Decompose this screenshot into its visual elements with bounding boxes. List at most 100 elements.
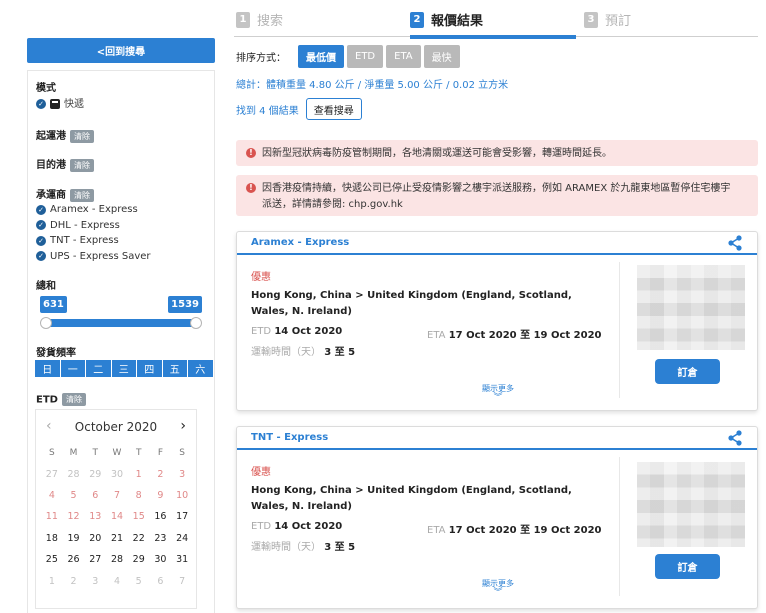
sort-etd-button[interactable]: ETD: [347, 45, 384, 68]
results-summary: 找到 4 個結果 查看搜尋: [236, 98, 362, 120]
book-button[interactable]: 訂倉: [655, 359, 720, 384]
etd-info: ETD 14 Oct 2020: [251, 326, 427, 341]
calendar-day[interactable]: 20: [84, 528, 106, 549]
show-more-toggle[interactable]: 顯示更多 ︾: [237, 578, 757, 598]
range-max-handle[interactable]: [190, 317, 202, 329]
carrier-name: TNT - Express: [50, 235, 119, 247]
sort-bar: 排序方式： 最低價 ETD ETA 最快: [236, 45, 463, 68]
calendar-day[interactable]: 26: [63, 549, 85, 570]
eta-value: 17 Oct 2020 至 19 Oct 2020: [448, 330, 602, 341]
carrier-option-ups[interactable]: ✓ UPS - Express Saver: [36, 249, 151, 265]
calendar-day[interactable]: 27: [84, 549, 106, 570]
calendar-day: 3: [179, 468, 186, 480]
result-card: Aramex - Express 優惠 Hong Kong, China > U…: [236, 231, 758, 411]
carrier-option-dhl[interactable]: ✓ DHL - Express: [36, 218, 151, 234]
alert-covid-delay: ! 因新型冠狀病毒防疫管制期間，各地清關或運送可能會受影響，轉運時間延長。: [236, 140, 758, 166]
offer-tag: 優惠: [251, 467, 271, 478]
day-thu[interactable]: 四: [137, 360, 162, 377]
calendar-day: 15: [132, 511, 145, 523]
shipment-totals: 總計：體積重量 4.80 公斤 / 淨重量 5.00 公斤 / 0.02 立方米: [236, 80, 509, 91]
clear-carrier-button[interactable]: 清除: [70, 188, 94, 202]
calendar-day[interactable]: 21: [106, 528, 128, 549]
day-wed[interactable]: 三: [111, 360, 136, 377]
book-button[interactable]: 訂倉: [655, 554, 720, 579]
calendar-day[interactable]: 16: [150, 506, 172, 527]
origin-port-label: 起運港: [36, 131, 66, 142]
clear-origin-button[interactable]: 清除: [70, 129, 94, 143]
etd-info: ETD 14 Oct 2020: [251, 521, 427, 536]
day-sat[interactable]: 六: [188, 360, 213, 377]
destination-port-filter: 目的港 清除: [36, 156, 94, 172]
calendar-day[interactable]: 28: [106, 549, 128, 570]
sort-label: 排序方式：: [236, 53, 286, 64]
calendar-day[interactable]: 31: [171, 549, 193, 570]
weekday-header: S: [179, 447, 185, 458]
calendar-day: 4: [48, 489, 55, 501]
calendar-day[interactable]: 18: [41, 528, 63, 549]
step-booking: 3 預訂: [584, 10, 631, 29]
show-more-toggle[interactable]: 顯示更多 ︾: [237, 383, 757, 403]
show-more-label: 顯示更多: [482, 384, 514, 393]
calendar-day[interactable]: 30: [150, 549, 172, 570]
calendar-day[interactable]: 25: [41, 549, 63, 570]
carrier-option-tnt[interactable]: ✓ TNT - Express: [36, 233, 151, 249]
clear-destination-button[interactable]: 清除: [70, 158, 94, 172]
calendar-day: 14: [110, 511, 124, 523]
share-icon[interactable]: [727, 430, 743, 446]
step-number: 2: [410, 11, 424, 28]
day-sun[interactable]: 日: [35, 360, 60, 377]
transit-info: 運輸時間（天） 3 至 5: [251, 538, 606, 553]
mode-value: 快遞: [64, 99, 84, 110]
eta-value: 17 Oct 2020 至 19 Oct 2020: [448, 525, 602, 536]
chevron-right-icon[interactable]: ›: [180, 418, 186, 434]
results-count: 找到 4 個結果: [236, 105, 299, 117]
day-fri[interactable]: 五: [162, 360, 187, 377]
calendar-month-title: October 2020: [74, 420, 158, 434]
sort-lowest-price-button[interactable]: 最低價: [298, 45, 344, 68]
day-mon[interactable]: 一: [60, 360, 85, 377]
range-min-handle[interactable]: [40, 317, 52, 329]
sort-fastest-button[interactable]: 最快: [423, 45, 460, 68]
weekday-header: W: [112, 447, 122, 458]
step-number: 3: [584, 11, 598, 28]
calendar-day[interactable]: 23: [150, 528, 172, 549]
step-search[interactable]: 1 搜索: [236, 10, 283, 29]
price-range-slider: 631 1539: [40, 296, 202, 336]
transit-key: 運輸時間（天）: [251, 542, 321, 553]
calendar-day[interactable]: 17: [171, 506, 193, 527]
calendar-day: 9: [157, 489, 164, 501]
clear-etd-button[interactable]: 清除: [61, 393, 86, 406]
offer-tag: 優惠: [251, 272, 271, 283]
calendar-day[interactable]: 24: [171, 528, 193, 549]
schedule-dates: ETD 14 Oct 2020 ETA 17 Oct 2020 至 19 Oct…: [251, 521, 606, 536]
sort-eta-button[interactable]: ETA: [386, 45, 421, 68]
carrier-label: 承運商: [36, 190, 66, 201]
carrier-name: Aramex - Express: [50, 204, 138, 216]
carrier-logo-image: [637, 462, 745, 547]
weekday-header: M: [69, 447, 78, 458]
destination-port-label: 目的港: [36, 160, 66, 171]
eta-info: ETA 17 Oct 2020 至 19 Oct 2020: [427, 326, 602, 341]
share-icon[interactable]: [727, 235, 743, 251]
result-card: TNT - Express 優惠 Hong Kong, China > Unit…: [236, 426, 758, 609]
view-search-button[interactable]: 查看搜尋: [305, 98, 362, 120]
carrier-option-aramex[interactable]: ✓ Aramex - Express: [36, 202, 151, 218]
transit-key: 運輸時間（天）: [251, 347, 321, 358]
calendar-day: 30: [110, 468, 124, 480]
step-number: 1: [236, 11, 250, 28]
card-details: 優惠 Hong Kong, China > United Kingdom (En…: [251, 268, 606, 358]
day-tue[interactable]: 二: [86, 360, 111, 377]
mode-option[interactable]: ✓ 快遞: [36, 95, 84, 110]
calendar-day[interactable]: 29: [128, 549, 150, 570]
calendar-day[interactable]: 19: [63, 528, 85, 549]
back-to-search-button[interactable]: <回到搜尋: [27, 38, 215, 63]
card-header: TNT - Express: [237, 427, 757, 450]
calendar-day: 6: [92, 489, 99, 501]
checked-icon: ✓: [36, 251, 46, 262]
calendar-day[interactable]: 22: [128, 528, 150, 549]
calendar-day: 5: [135, 575, 142, 587]
frequency-label: 發貨頻率: [36, 348, 76, 359]
mode-label: 模式: [36, 83, 56, 94]
carrier-list: ✓ Aramex - Express ✓ DHL - Express ✓ TNT - …: [36, 202, 151, 264]
calendar-day: 4: [113, 575, 121, 587]
